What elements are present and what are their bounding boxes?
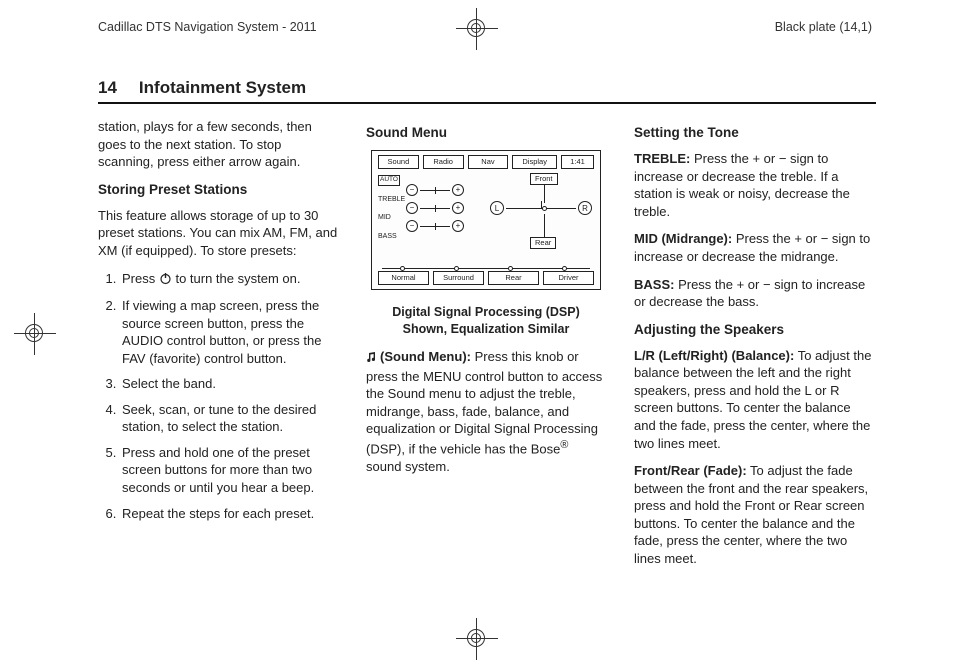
preset-steps: Press to turn the system on. If viewing …: [98, 270, 338, 523]
diagram-slider-bass: −+: [406, 220, 464, 232]
heading-adjusting-speakers: Adjusting the Speakers: [634, 321, 874, 339]
diagram-bottom-surround: Surround: [433, 271, 484, 285]
diagram-tab-display: Display: [512, 155, 557, 169]
diagram-label-auto: AUTO: [378, 175, 400, 186]
step-1-pre: Press: [122, 271, 159, 286]
power-icon: [159, 272, 172, 290]
step-5: Press and hold one of the preset screen …: [120, 444, 338, 497]
column-1: station, plays for a few seconds, then g…: [98, 118, 338, 577]
doc-title: Cadillac DTS Navigation System - 2011: [98, 20, 317, 34]
sound-menu-paragraph: (Sound Menu): Press this knob or press t…: [366, 348, 606, 475]
diagram-slider-mid: −+: [406, 202, 464, 214]
diagram-lr-line: [506, 208, 576, 209]
caption-line-1: Digital Signal Processing (DSP): [392, 305, 580, 319]
heading-setting-tone: Setting the Tone: [634, 124, 874, 142]
plate-label: Black plate (14,1): [775, 20, 872, 34]
diagram-tab-time: 1:41: [561, 155, 594, 169]
sound-menu-tail: sound system.: [366, 459, 450, 474]
diagram-tab-nav: Nav: [468, 155, 509, 169]
storing-intro: This feature allows storage of up to 30 …: [98, 207, 338, 260]
fade-body: To adjust the fade between the front and…: [634, 463, 868, 566]
balance-label: L/R (Left/Right) (Balance):: [634, 348, 794, 363]
step-6: Repeat the steps for each preset.: [120, 505, 338, 523]
step-2: If viewing a map screen, press the sourc…: [120, 297, 338, 367]
balance-body: To adjust the balance between the left a…: [634, 348, 871, 451]
diagram-fade-line-top: [544, 184, 545, 203]
diagram-fade-line-bot: [544, 214, 545, 237]
page-number: 14: [98, 78, 117, 98]
diagram-center-dot: [542, 206, 547, 211]
diagram-bottom-rear: Rear: [488, 271, 539, 285]
diagram-slider-treble: −+: [406, 184, 464, 196]
fade-paragraph: Front/Rear (Fade): To adjust the fade be…: [634, 462, 874, 567]
balance-paragraph: L/R (Left/Right) (Balance): To adjust th…: [634, 347, 874, 452]
diagram-bottom-line: [382, 268, 590, 269]
section-header: 14 Infotainment System: [98, 78, 876, 104]
caption-line-2: Shown, Equalization Similar: [403, 322, 570, 336]
step-1-post: to turn the system on.: [172, 271, 301, 286]
treble-paragraph: TREBLE: Press the + or − sign to increas…: [634, 150, 874, 220]
step-3: Select the band.: [120, 375, 338, 393]
section-title: Infotainment System: [139, 78, 306, 98]
column-2: Sound Menu Sound Radio Nav Display 1:41 …: [366, 118, 606, 577]
diagram-bottom-driver: Driver: [543, 271, 594, 285]
music-note-icon: [366, 350, 378, 368]
intro-paragraph: station, plays for a few seconds, then g…: [98, 118, 338, 171]
sound-menu-label: (Sound Menu):: [380, 349, 471, 364]
mid-paragraph: MID (Midrange): Press the + or − sign to…: [634, 230, 874, 265]
heading-sound-menu: Sound Menu: [366, 124, 606, 142]
registration-mark-left: [14, 313, 56, 355]
diagram-l-button: L: [490, 201, 504, 215]
diagram-tab-radio: Radio: [423, 155, 464, 169]
column-3: Setting the Tone TREBLE: Press the + or …: [634, 118, 874, 577]
diagram-label-bass: BASS: [378, 232, 405, 241]
bass-label: BASS:: [634, 277, 674, 292]
fade-label: Front/Rear (Fade):: [634, 463, 747, 478]
registration-mark-bottom: [456, 618, 498, 660]
diagram-caption: Digital Signal Processing (DSP) Shown, E…: [366, 304, 606, 338]
diagram-label-treble: TREBLE: [378, 195, 405, 204]
diagram-rear-button: Rear: [530, 237, 556, 249]
diagram-bottom-normal: Normal: [378, 271, 429, 285]
step-1: Press to turn the system on.: [120, 270, 338, 290]
top-header: Cadillac DTS Navigation System - 2011 Bl…: [98, 20, 872, 34]
bass-paragraph: BASS: Press the + or − sign to increase …: [634, 276, 874, 311]
step-4: Seek, scan, or tune to the desired stati…: [120, 401, 338, 436]
mid-label: MID (Midrange):: [634, 231, 732, 246]
sound-menu-diagram: Sound Radio Nav Display 1:41 AUTO TREBLE…: [371, 150, 601, 290]
treble-label: TREBLE:: [634, 151, 690, 166]
registered-mark: ®: [560, 439, 568, 451]
heading-storing-presets: Storing Preset Stations: [98, 181, 338, 199]
diagram-r-button: R: [578, 201, 592, 215]
diagram-tab-sound: Sound: [378, 155, 419, 169]
diagram-label-mid: MID: [378, 213, 405, 222]
